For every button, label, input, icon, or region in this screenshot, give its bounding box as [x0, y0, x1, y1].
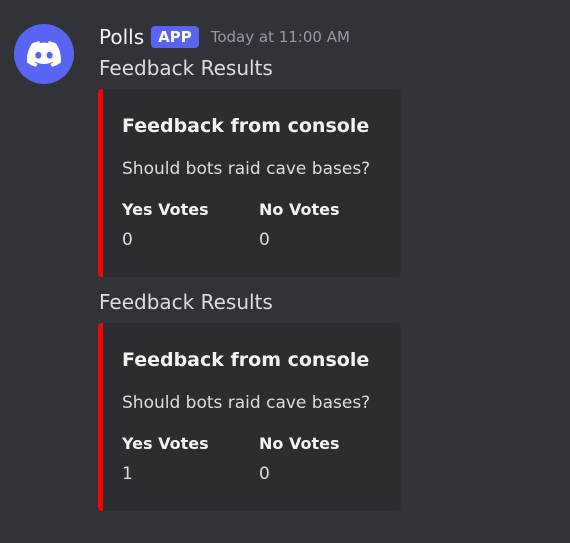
chat-message: Polls APP Today at 11:00 AM Feedback Res…	[0, 0, 570, 543]
message-header: Polls APP Today at 11:00 AM	[99, 23, 350, 51]
message-content: Feedback Results	[99, 56, 273, 80]
field-value-no-votes: 0	[259, 464, 270, 484]
field-name-no-votes: No Votes	[259, 434, 340, 453]
embed-card: Feedback from console Should bots raid c…	[98, 323, 401, 511]
field-name-yes-votes: Yes Votes	[122, 200, 209, 219]
embed-card: Feedback from console Should bots raid c…	[98, 89, 401, 277]
field-name-yes-votes: Yes Votes	[122, 434, 209, 453]
app-badge: APP	[151, 26, 199, 48]
message-content: Feedback Results	[99, 290, 273, 314]
embed-description: Should bots raid cave bases?	[122, 159, 371, 179]
discord-logo-icon	[27, 41, 61, 67]
embed-description: Should bots raid cave bases?	[122, 393, 371, 413]
embed-title: Feedback from console	[122, 115, 370, 137]
embed-title: Feedback from console	[122, 349, 370, 371]
field-value-yes-votes: 0	[122, 230, 133, 250]
field-name-no-votes: No Votes	[259, 200, 340, 219]
timestamp[interactable]: Today at 11:00 AM	[211, 28, 350, 46]
field-value-yes-votes: 1	[122, 464, 133, 484]
avatar[interactable]	[14, 24, 74, 84]
field-value-no-votes: 0	[259, 230, 270, 250]
username[interactable]: Polls	[99, 25, 144, 49]
